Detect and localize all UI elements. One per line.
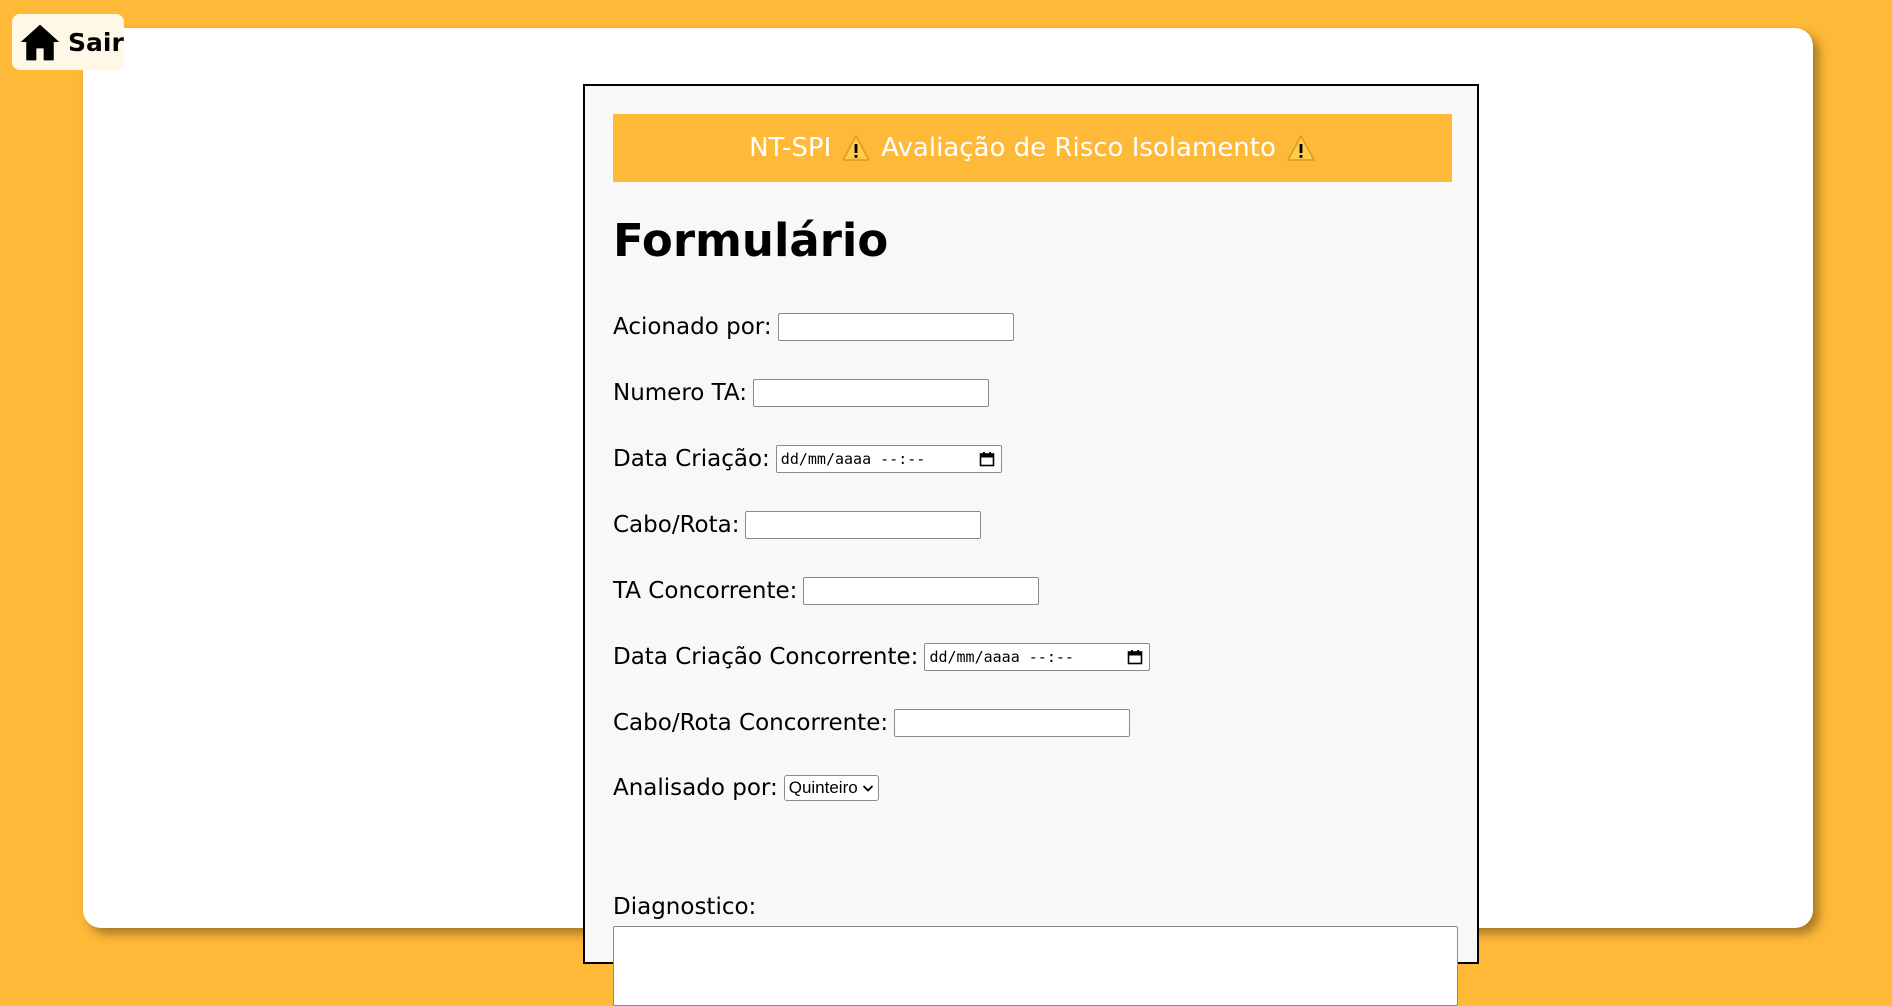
ta-concorrente-label: TA Concorrente: [613,578,798,604]
analisado-por-label: Analisado por: [613,775,778,801]
field-data-criacao-concorrente: Data Criação Concorrente: dd/mm/aaaa --:… [613,643,1151,671]
data-criacao-label: Data Criação: [613,446,770,472]
chevron-down-icon [862,785,873,792]
header-banner: NT-SPI Avaliação de Risco Isolamento [613,114,1452,182]
warning-icon [842,135,871,161]
calendar-icon[interactable] [1127,649,1143,665]
home-button-label: Sair [68,27,124,57]
warning-icon [1287,135,1315,161]
analisado-por-selected: Quinteiro [788,778,858,797]
home-icon [20,24,60,61]
cabo-rota-concorrente-input[interactable] [894,709,1131,737]
numero-ta-label: Numero TA: [613,380,748,406]
home-button[interactable]: Sair [12,14,124,70]
field-ta-concorrente: TA Concorrente: [613,577,1040,605]
calendar-icon[interactable] [979,451,995,467]
field-data-criacao: Data Criação: dd/mm/aaaa --:-- [613,445,1002,473]
field-acionado-por: Acionado por: [613,313,1014,341]
field-analisado-por: Analisado por: Quinteiro [613,775,879,801]
data-criacao-concorrente-placeholder: dd/mm/aaaa --:-- [929,648,1074,666]
data-criacao-placeholder: dd/mm/aaaa --:-- [780,450,926,468]
diagnostico-label: Diagnostico: [613,894,757,920]
banner-left-text: NT-SPI [749,133,832,163]
banner-right-text: Avaliação de Risco Isolamento [881,133,1276,163]
cabo-rota-input[interactable] [745,511,982,539]
field-numero-ta: Numero TA: [613,379,990,407]
form-container: NT-SPI Avaliação de Risco Isolamento For… [583,84,1479,1006]
acionado-por-input[interactable] [777,313,1014,341]
cabo-rota-label: Cabo/Rota: [613,512,740,538]
form-title: Formulário [613,214,889,267]
data-criacao-concorrente-input[interactable]: dd/mm/aaaa --:-- [924,643,1151,671]
analisado-por-select[interactable]: Quinteiro [783,775,879,801]
field-cabo-rota-concorrente: Cabo/Rota Concorrente: [613,709,1131,737]
main-card: NT-SPI Avaliação de Risco Isolamento For… [83,28,1813,1006]
ta-concorrente-input[interactable] [803,577,1040,605]
data-criacao-concorrente-label: Data Criação Concorrente: [613,644,919,670]
cabo-rota-concorrente-label: Cabo/Rota Concorrente: [613,710,889,736]
numero-ta-input[interactable] [753,379,990,407]
data-criacao-input[interactable]: dd/mm/aaaa --:-- [775,445,1002,473]
acionado-por-label: Acionado por: [613,314,772,340]
field-cabo-rota: Cabo/Rota: [613,511,982,539]
diagnostico-textarea[interactable] [613,926,1458,1006]
